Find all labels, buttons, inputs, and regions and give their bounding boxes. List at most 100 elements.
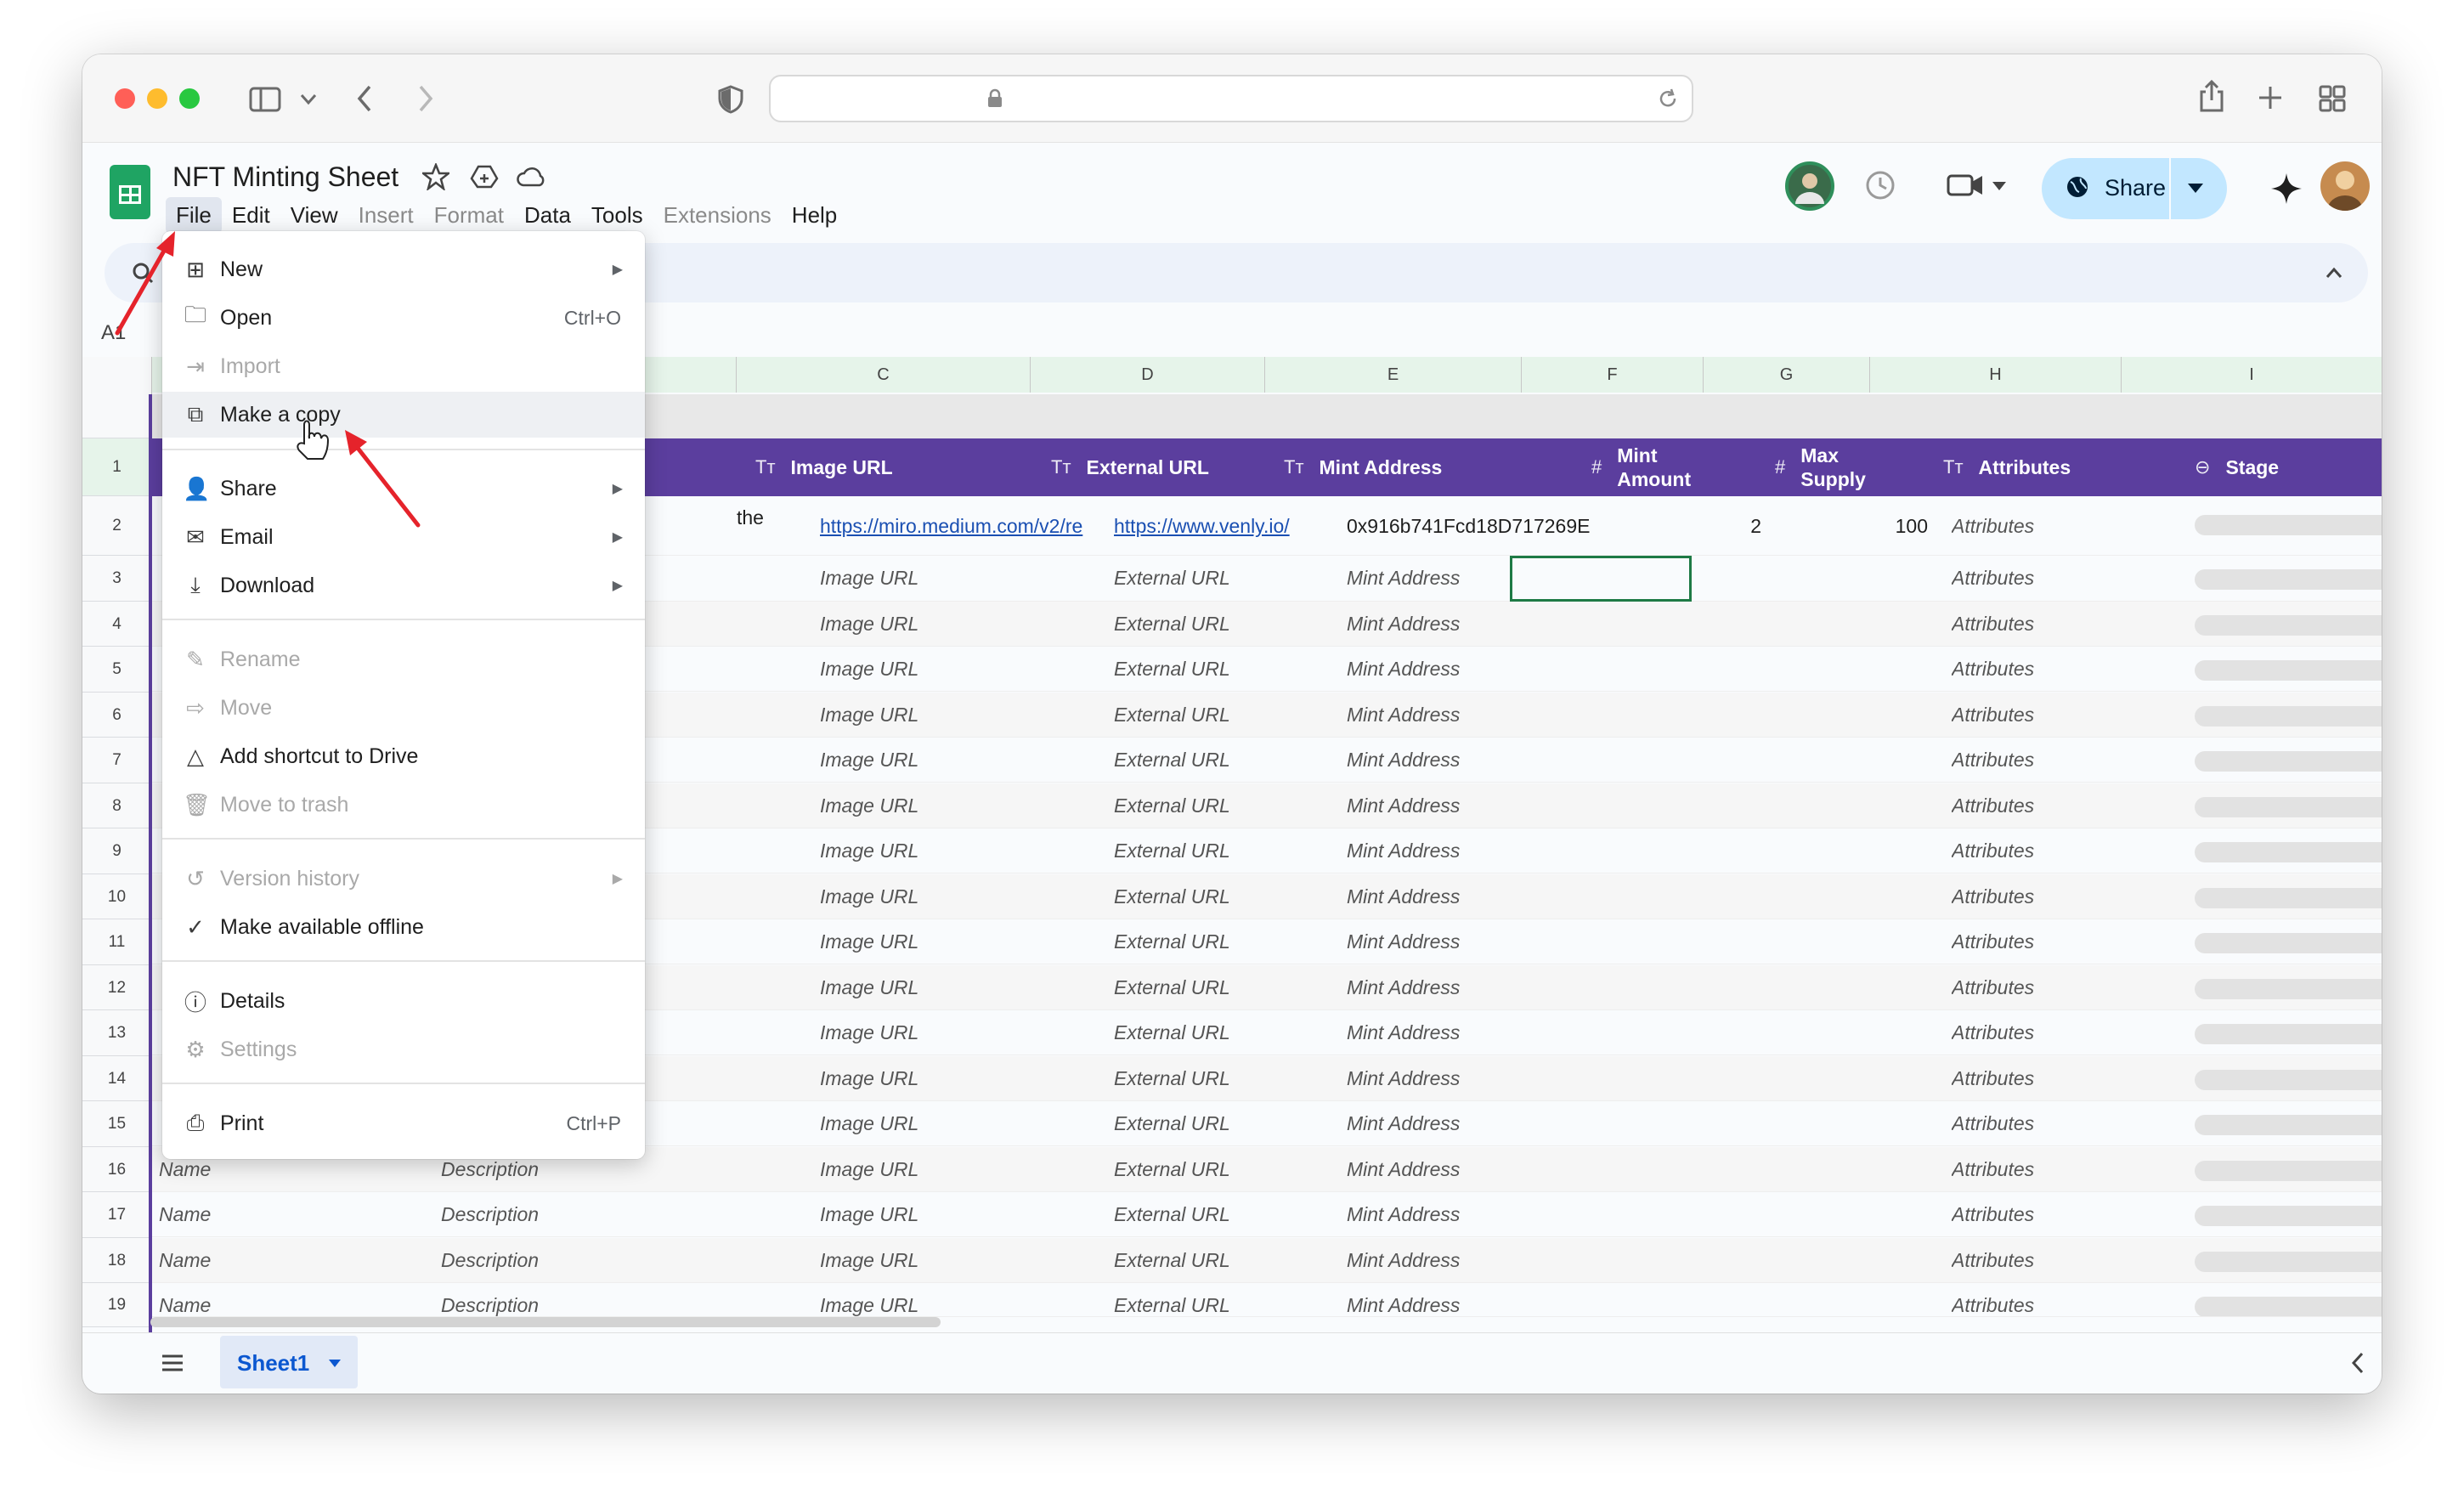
cell-attributes[interactable]: Attributes (1952, 965, 2034, 1010)
cell-image-url[interactable]: Image URL (820, 1238, 918, 1283)
cell-mint-address[interactable]: Mint Address (1347, 1283, 1460, 1316)
cell-image-url[interactable]: Image URL (820, 828, 918, 874)
cell-attributes[interactable]: Attributes (1952, 828, 2034, 874)
cell-b2[interactable]: the (737, 496, 764, 556)
document-title[interactable]: NFT Minting Sheet (172, 161, 398, 193)
cell-external-url[interactable]: External URL (1114, 874, 1230, 919)
cell-mint-address[interactable]: Mint Address (1347, 828, 1460, 874)
cell-attributes[interactable]: Attributes (1952, 693, 2034, 738)
cell-attributes[interactable]: Attributes (1952, 1010, 2034, 1055)
menu-item-make-a-copy[interactable]: ⧉ Make a copy (162, 392, 645, 438)
row-header-6[interactable]: 6 (82, 693, 152, 738)
address-bar[interactable] (769, 75, 1693, 122)
menu-extensions[interactable]: Extensions (653, 197, 782, 234)
menu-format[interactable]: Format (424, 197, 514, 234)
zoom-window-button[interactable] (179, 88, 200, 109)
cell-attributes[interactable]: Attributes (1952, 556, 2034, 601)
row-header-7[interactable]: 7 (82, 738, 152, 783)
drive-move-icon[interactable] (470, 163, 499, 190)
menu-item-make-available-offline[interactable]: ✓ Make available offline (162, 904, 645, 950)
cell-description[interactable]: Description (441, 1192, 539, 1237)
cell-image-url[interactable]: Image URL (820, 738, 918, 783)
row-header-3[interactable]: 3 (82, 556, 152, 602)
back-arrow-icon[interactable] (356, 85, 373, 112)
cell-attributes[interactable]: Attributes (1952, 874, 2034, 919)
caret-down-icon[interactable] (329, 1360, 341, 1367)
menu-item-rename[interactable]: ✎ Rename (162, 636, 645, 682)
row-header-11[interactable]: 11 (82, 919, 152, 965)
stage-dropdown[interactable] (2195, 1252, 2382, 1272)
chevron-up-icon[interactable] (2326, 267, 2342, 279)
cell-external-url[interactable]: External URL (1114, 1056, 1230, 1101)
menu-item-move-to-trash[interactable]: 🗑 Move to trash (162, 782, 645, 828)
cell-attributes[interactable]: Attributes (1952, 738, 2034, 783)
tab-overview-icon[interactable] (2319, 85, 2346, 112)
cell-image-url[interactable]: Image URL (820, 1101, 918, 1146)
select-all-corner[interactable] (82, 357, 152, 393)
cell-image-url[interactable]: Image URL (820, 919, 918, 964)
row-header-14[interactable]: 14 (82, 1056, 152, 1101)
forward-arrow-icon[interactable] (417, 85, 434, 112)
cell-description[interactable]: Description (441, 1238, 539, 1283)
stage-dropdown[interactable] (2195, 797, 2382, 817)
header-stage[interactable]: ⊖ Stage (2195, 438, 2279, 496)
cell-description[interactable]: Description (441, 1283, 539, 1316)
cell-attributes[interactable]: Attributes (1952, 1147, 2034, 1192)
collaborator-avatar[interactable] (1785, 161, 1834, 211)
cell-external-url[interactable]: External URL (1114, 1147, 1230, 1192)
column-header-c[interactable]: C (737, 357, 1031, 393)
cell-external-url[interactable]: External URL (1114, 693, 1230, 738)
menu-item-new[interactable]: ⊞ New ▶ (162, 246, 645, 292)
cell-attributes[interactable]: Attributes (1952, 1238, 2034, 1283)
cell-image-url[interactable]: Image URL (820, 1192, 918, 1237)
menu-tools[interactable]: Tools (581, 197, 653, 234)
stage-dropdown[interactable] (2195, 569, 2382, 590)
header-external-url[interactable]: Tт External URL (1051, 438, 1209, 496)
stage-dropdown[interactable] (2195, 1161, 2382, 1181)
share-button[interactable]: Share (2042, 158, 2227, 219)
column-header-g[interactable]: G (1704, 357, 1870, 393)
column-header-f[interactable]: F (1522, 357, 1704, 393)
cell-mint-address[interactable]: Mint Address (1347, 1147, 1460, 1192)
cell-mint-address[interactable]: Mint Address (1347, 1238, 1460, 1283)
row-header-17[interactable]: 17 (82, 1192, 152, 1238)
cell-name[interactable]: Name (159, 1238, 211, 1283)
cell-image-url[interactable]: Image URL (820, 874, 918, 919)
cell-mint-address[interactable]: Mint Address (1347, 738, 1460, 783)
cell-mint-address[interactable]: Mint Address (1347, 693, 1460, 738)
cell-external-url[interactable]: External URL (1114, 602, 1230, 647)
account-avatar[interactable] (2320, 161, 2370, 211)
cell-external-url[interactable]: External URL (1114, 965, 1230, 1010)
menu-item-details[interactable]: ⓘ Details (162, 978, 645, 1024)
cell-image-url[interactable]: Image URL (820, 556, 918, 601)
column-header-i[interactable]: I (2122, 357, 2382, 393)
stage-dropdown[interactable] (2195, 979, 2382, 999)
sheet-tab-sheet1[interactable]: Sheet1 (220, 1336, 358, 1388)
cell-image-url[interactable]: Image URL (820, 1147, 918, 1192)
menu-view[interactable]: View (280, 197, 348, 234)
row-header-15[interactable]: 15 (82, 1101, 152, 1147)
column-header-d[interactable]: D (1031, 357, 1265, 393)
cell-mint-amount[interactable]: 2 (1591, 496, 1761, 556)
cell-mint-address[interactable]: Mint Address (1347, 1010, 1460, 1055)
stage-dropdown[interactable] (2195, 1070, 2382, 1090)
row-header-8[interactable]: 8 (82, 783, 152, 828)
cell-mint-address[interactable]: Mint Address (1347, 783, 1460, 828)
close-window-button[interactable] (115, 88, 135, 109)
cell-external-url[interactable]: External URL (1114, 828, 1230, 874)
cell-mint-address[interactable]: Mint Address (1347, 919, 1460, 964)
header-attributes[interactable]: Tт Attributes (1943, 438, 2071, 496)
menu-insert[interactable]: Insert (348, 197, 424, 234)
horizontal-scrollbar[interactable] (150, 1317, 941, 1327)
menu-help[interactable]: Help (782, 197, 847, 234)
menu-item-print[interactable]: ⎙ Print Ctrl+P (162, 1100, 645, 1146)
menu-item-import[interactable]: ⇥ Import (162, 343, 645, 389)
stage-dropdown[interactable] (2195, 1024, 2382, 1044)
row-header-1[interactable]: 1 (82, 438, 152, 496)
collapse-sidebar-icon[interactable] (2351, 1352, 2365, 1374)
cell-attributes[interactable]: Attributes (1952, 919, 2034, 964)
cell-max-supply[interactable]: 100 (1773, 496, 1928, 556)
cell-image-url[interactable]: Image URL (820, 783, 918, 828)
stage-dropdown[interactable] (2195, 1115, 2382, 1135)
row-header-2[interactable]: 2 (82, 496, 152, 556)
